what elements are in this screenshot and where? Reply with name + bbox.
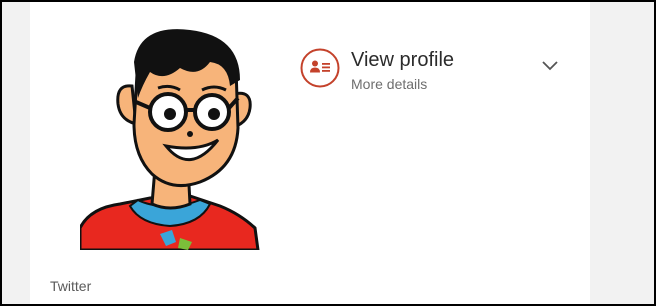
cartoon-avatar-image bbox=[80, 29, 260, 250]
view-profile-button[interactable]: View profile More details bbox=[300, 48, 560, 98]
contact-card-icon bbox=[300, 48, 340, 88]
view-profile-label: View profile bbox=[351, 49, 455, 71]
more-details-label: More details bbox=[351, 76, 428, 92]
avatar bbox=[80, 28, 270, 250]
source-label: Twitter bbox=[50, 278, 92, 294]
profile-card: View profile More details Twitter bbox=[30, 2, 590, 304]
chevron-down-icon[interactable] bbox=[540, 58, 560, 72]
app-window: View profile More details Twitter bbox=[2, 2, 654, 304]
